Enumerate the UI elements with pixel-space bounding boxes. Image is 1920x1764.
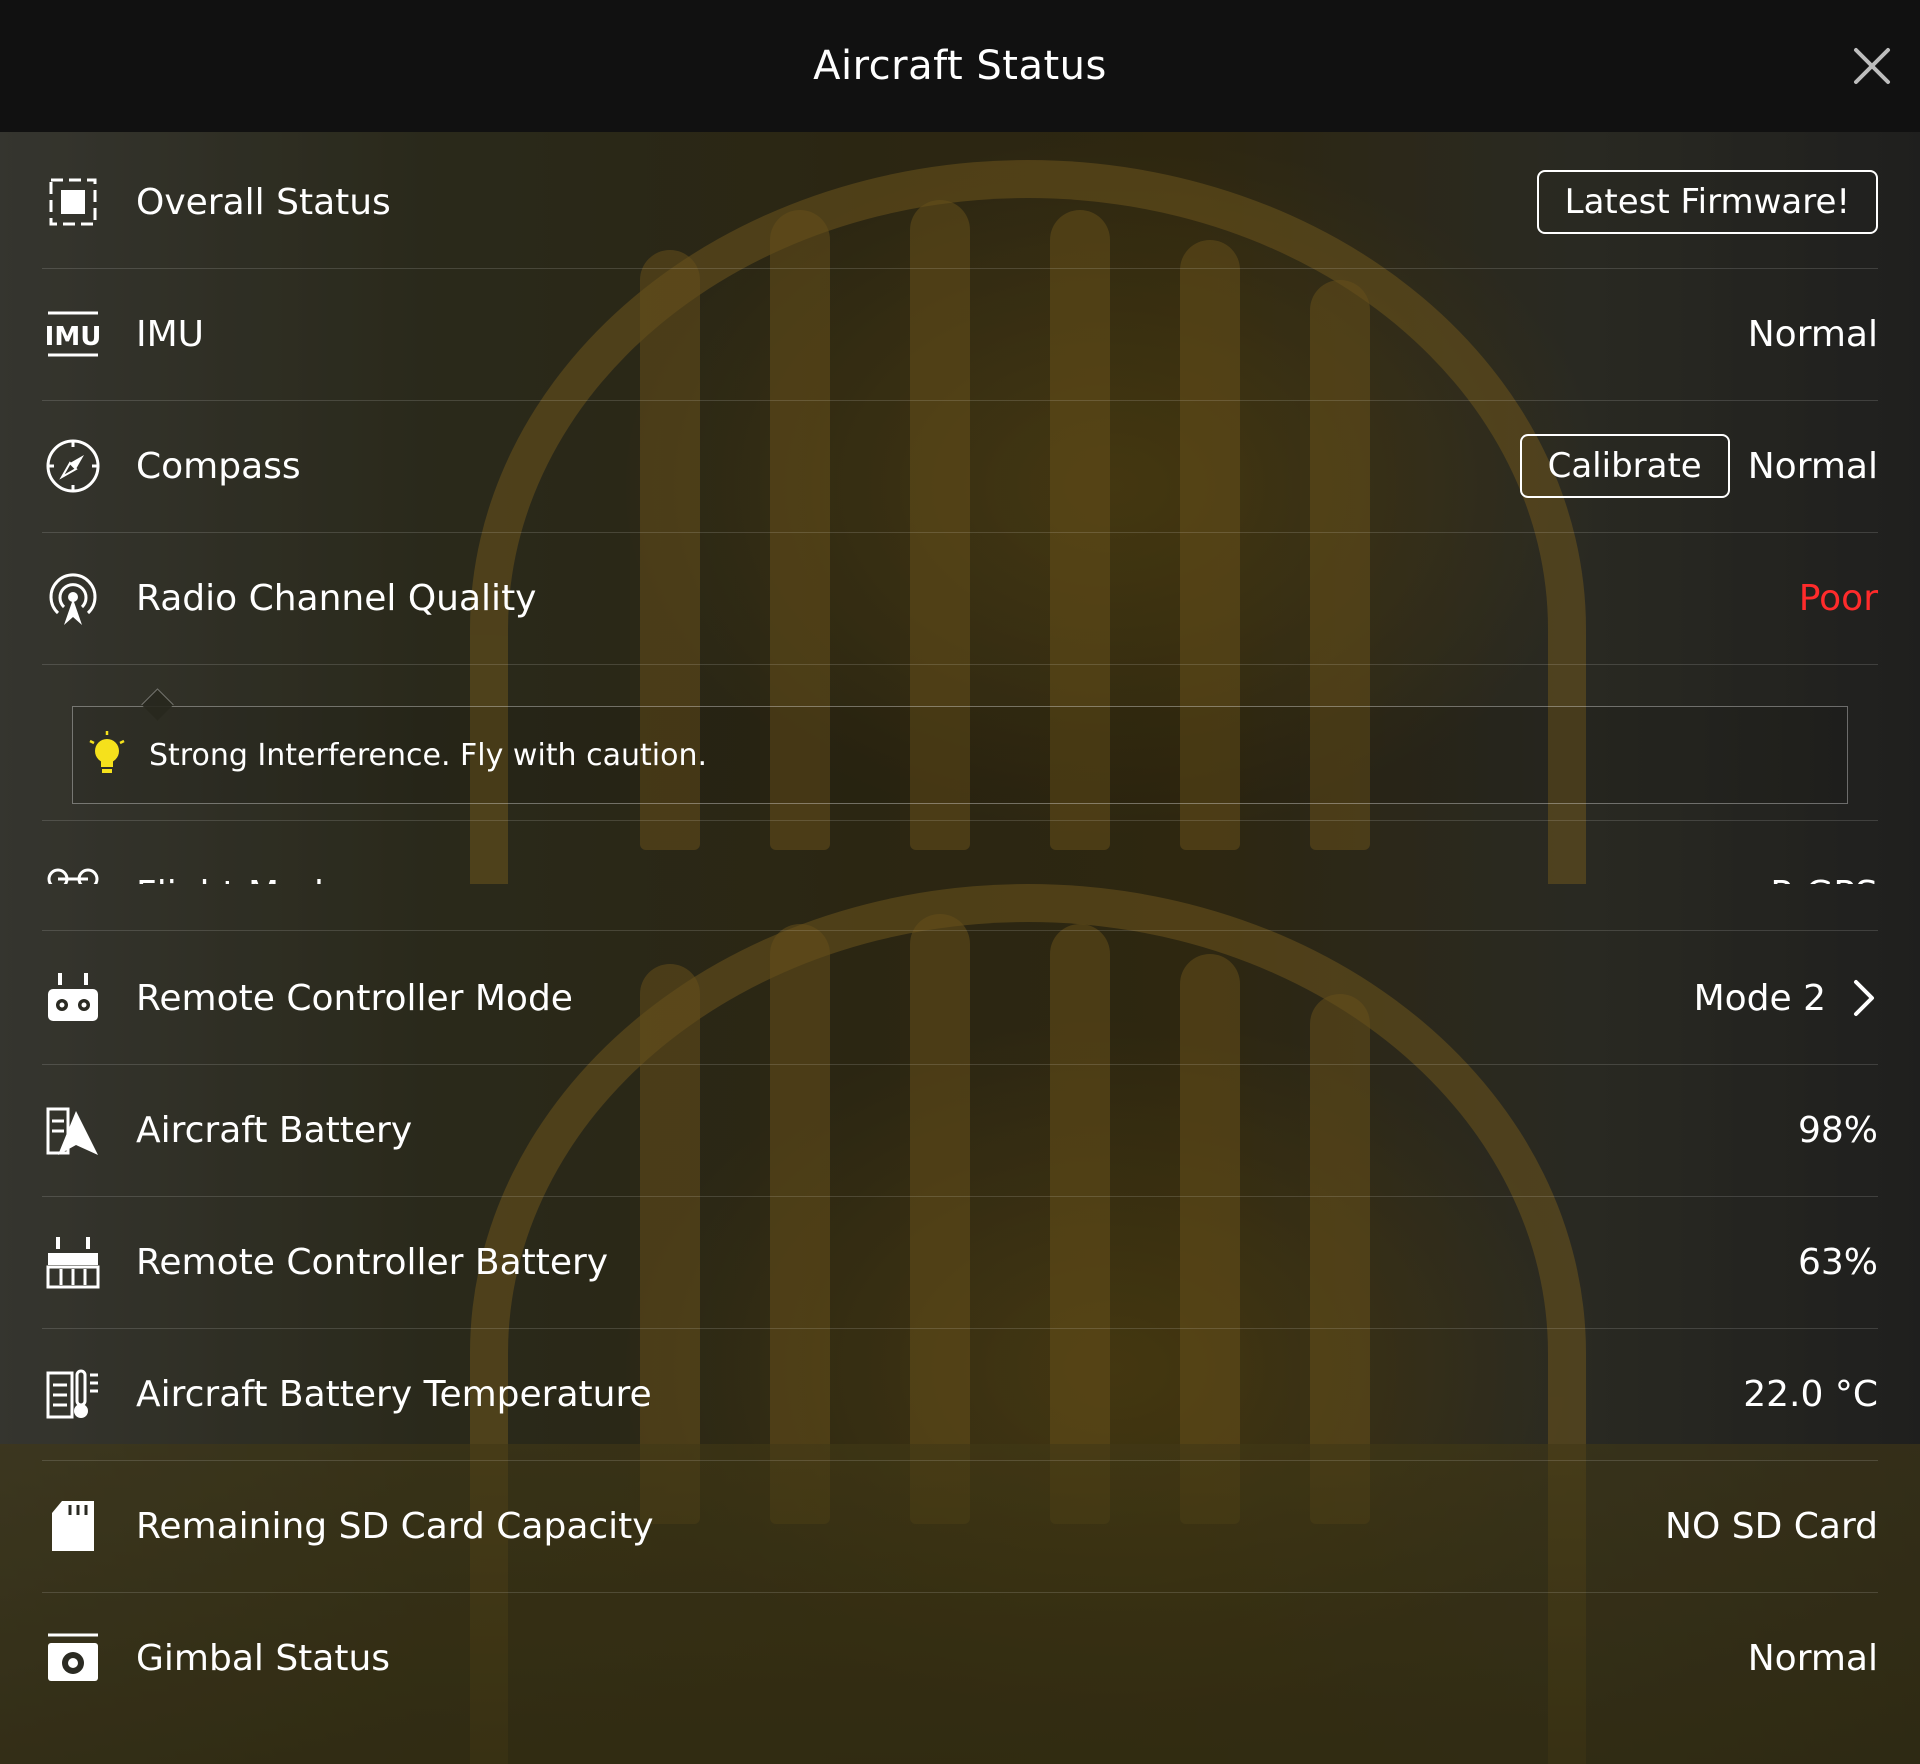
row-label: Aircraft Battery (136, 1109, 413, 1151)
row-label: Remote Controller Mode (136, 977, 573, 1019)
row-overall-status: Overall Status Latest Firmware! (42, 136, 1878, 269)
divider (42, 930, 1878, 931)
rc-mode-value: Mode 2 (1693, 977, 1826, 1019)
row-label: Radio Channel Quality (136, 577, 537, 619)
row-label: Compass (136, 445, 301, 487)
interference-tip: Strong Interference. Fly with caution. (72, 706, 1848, 804)
sd-card-value: NO SD Card (1665, 1505, 1878, 1547)
battery-temperature-value: 22.0 °C (1743, 1373, 1878, 1415)
flight-mode-value: P-GPS (1770, 874, 1878, 885)
gimbal-status-value: Normal (1747, 1637, 1878, 1679)
compass-status-value: Normal (1747, 445, 1878, 487)
row-imu: IMU IMU Normal (42, 268, 1878, 401)
lightbulb-icon (89, 731, 125, 773)
sd-card-icon (52, 1501, 94, 1551)
row-aircraft-battery: Aircraft Battery 98% (42, 1064, 1878, 1197)
row-radio-channel-quality: Radio Channel Quality Poor (42, 532, 1878, 665)
row-label: Overall Status (136, 181, 391, 223)
row-label: Remaining SD Card Capacity (136, 1505, 654, 1547)
remote-controller-icon (48, 973, 98, 1021)
header-bar: Aircraft Status (0, 0, 1920, 132)
divider (42, 820, 1878, 821)
row-label: Flight Mode (136, 874, 1770, 885)
overall-status-icon (49, 178, 97, 226)
row-remaining-sd-card-capacity: Remaining SD Card Capacity NO SD Card (42, 1460, 1878, 1593)
row-label: IMU (136, 313, 205, 355)
row-label: Gimbal Status (136, 1637, 391, 1679)
chevron-right-icon[interactable] (1848, 978, 1878, 1018)
row-label: Remote Controller Battery (136, 1241, 609, 1283)
svg-text:IMU: IMU (45, 322, 102, 352)
rc-battery-value: 63% (1797, 1241, 1878, 1283)
row-aircraft-battery-temperature: Aircraft Battery Temperature 22.0 °C (42, 1328, 1878, 1461)
compass-icon (46, 439, 100, 493)
imu-icon: IMU (45, 311, 102, 357)
close-icon[interactable] (1850, 44, 1894, 88)
radio-quality-value: Poor (1798, 577, 1878, 619)
latest-firmware-button[interactable]: Latest Firmware! (1536, 170, 1878, 234)
row-label: Aircraft Battery Temperature (136, 1373, 652, 1415)
row-remote-controller-battery: Remote Controller Battery 63% (42, 1196, 1878, 1329)
row-remote-controller-mode[interactable]: Remote Controller Mode Mode 2 (42, 932, 1878, 1065)
row-compass: Compass Calibrate Normal (42, 400, 1878, 533)
remote-controller-battery-icon (46, 1237, 100, 1289)
imu-status-value: Normal (1747, 313, 1878, 355)
row-gimbal-status: Gimbal Status Normal (42, 1592, 1878, 1724)
calibrate-button[interactable]: Calibrate (1519, 434, 1730, 498)
radio-signal-icon (49, 573, 97, 625)
battery-temperature-icon (46, 1369, 98, 1419)
page-title: Aircraft Status (813, 43, 1107, 89)
aircraft-battery-value: 98% (1797, 1109, 1878, 1151)
aircraft-battery-icon (46, 1107, 98, 1155)
flight-mode-icon (47, 868, 99, 884)
tip-text: Strong Interference. Fly with caution. (149, 737, 707, 773)
gimbal-camera-icon (48, 1633, 98, 1681)
row-flight-mode: Flight Mode P-GPS (42, 854, 1878, 884)
